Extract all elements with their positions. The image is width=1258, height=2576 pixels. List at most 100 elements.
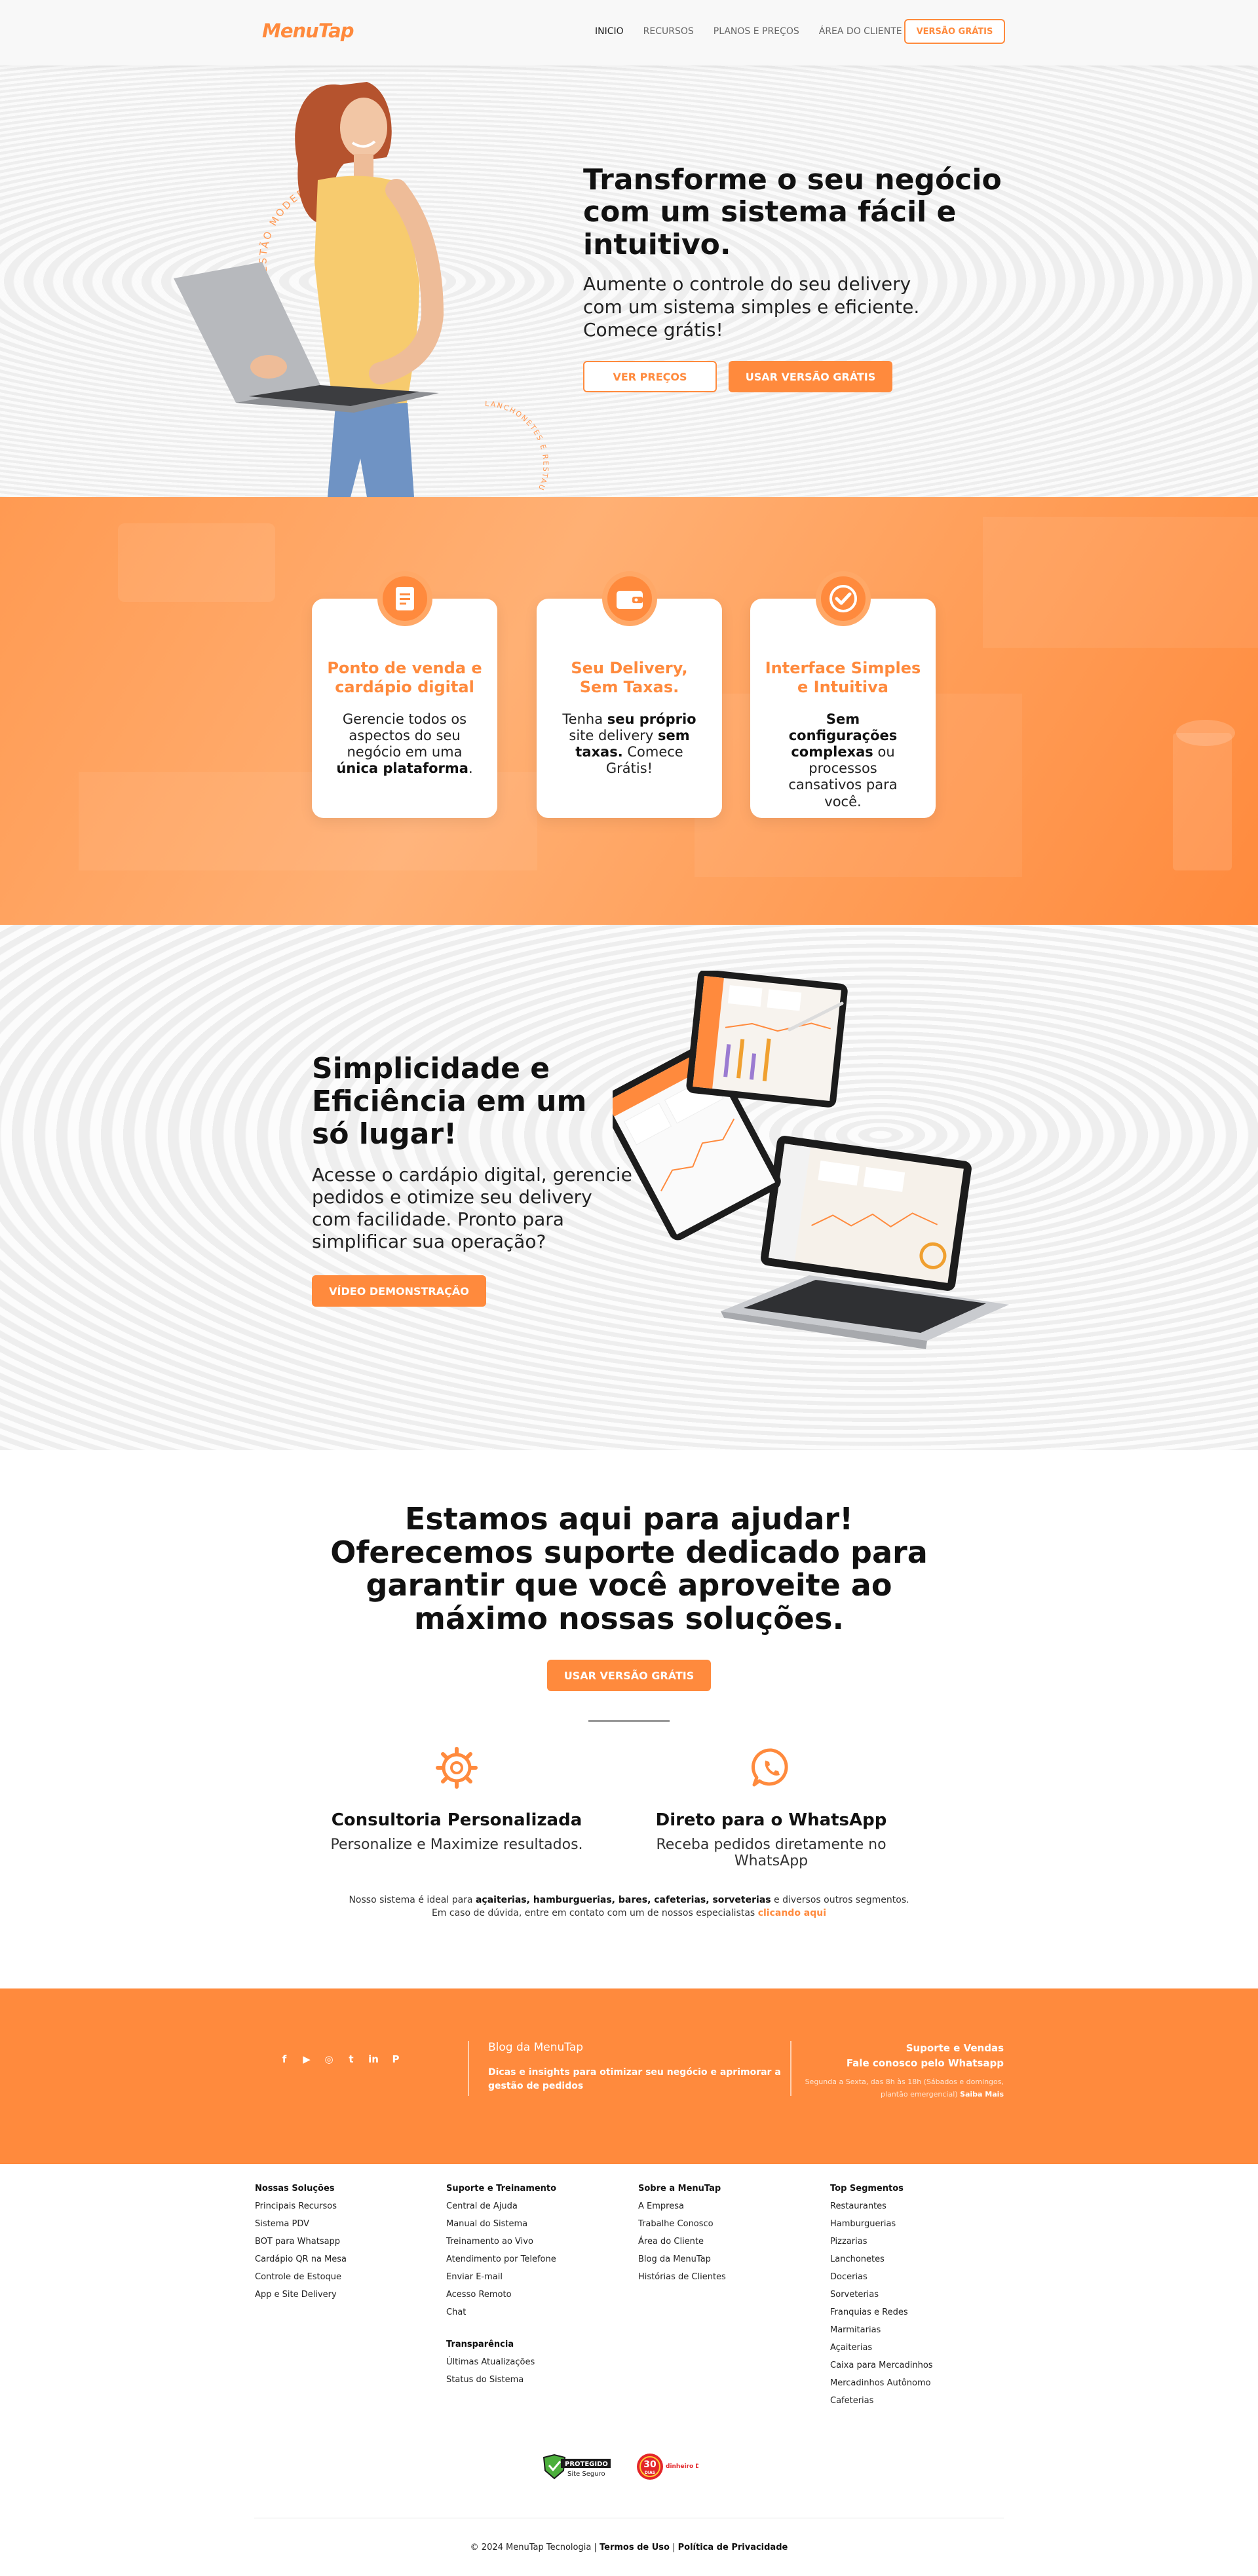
terms-link[interactable]: Termos de Uso	[600, 2543, 670, 2552]
consulting-title: Consultoria Personalizada	[331, 1810, 582, 1830]
svg-text:dinheiro DE VOLTA: dinheiro DE VOLTA	[666, 2463, 698, 2470]
svg-text:30: 30	[643, 2459, 657, 2470]
blog-text: Dicas e insights para otimizar seu negóc…	[488, 2067, 781, 2091]
instagram-icon[interactable]: ◎	[322, 2053, 335, 2066]
footer-link[interactable]: Status do Sistema	[446, 2375, 556, 2385]
footer-link[interactable]: A Empresa	[638, 2201, 726, 2211]
consulting-subtitle: Personalize e Maximize resultados.	[330, 1837, 583, 1853]
whatsapp-block: Direto para o WhatsApp Receba pedidos di…	[634, 1745, 909, 1869]
facebook-icon[interactable]: f	[278, 2053, 291, 2066]
footer-link[interactable]: Controle de Estoque	[255, 2272, 347, 2282]
money-back-badge: 30 DIAS dinheiro DE VOLTA	[637, 2454, 698, 2480]
see-prices-button[interactable]: VER PREÇOS	[583, 361, 717, 392]
video-demo-button[interactable]: VÍDEO DEMONSTRAÇÃO	[312, 1275, 486, 1307]
use-free-version-button[interactable]: USAR VERSÃO GRÁTIS	[729, 361, 892, 392]
footer-link[interactable]: Enviar E-mail	[446, 2272, 556, 2282]
contact-hours: Segunda a Sexta, das 8h às 18h (Sábados …	[805, 2078, 1004, 2099]
svg-text:DIAS: DIAS	[645, 2471, 655, 2475]
nav-planos[interactable]: PLANOS E PREÇOS	[714, 26, 799, 37]
segments-note: Nosso sistema é ideal para açaiterias, h…	[349, 1895, 909, 1918]
support-title: Estamos aqui para ajudar! Oferecemos sup…	[330, 1501, 928, 1636]
nav-inicio[interactable]: INICIO	[595, 26, 624, 37]
youtube-icon[interactable]: ▶	[300, 2053, 313, 2066]
footer-divider	[468, 2041, 469, 2096]
footer-link[interactable]: Açaiterias	[830, 2343, 933, 2353]
simplicity-title: Simplicidade e Eficiência em um só lugar…	[312, 1052, 587, 1151]
footer-link[interactable]: Sistema PDV	[255, 2219, 347, 2229]
footer-link[interactable]: Manual do Sistema	[446, 2219, 556, 2229]
twitter-icon[interactable]: t	[345, 2053, 358, 2066]
site-header: MenuTap INICIO RECURSOS PLANOS E PREÇOS …	[0, 0, 1258, 65]
devices-dashboard-image	[613, 971, 1009, 1349]
footer-link[interactable]: Cafeterias	[830, 2396, 933, 2406]
document-icon	[377, 571, 432, 626]
whatsapp-title: Direto para o WhatsApp	[655, 1810, 887, 1830]
simplicity-text: Acesse o cardápio digital, gerencie pedi…	[312, 1164, 632, 1253]
footer-link[interactable]: Histórias de Clientes	[638, 2272, 726, 2282]
secure-site-badge: PROTEGIDO Site Seguro	[543, 2454, 611, 2480]
social-links: f ▶ ◎ t in P	[278, 2053, 402, 2066]
footer-link[interactable]: Franquias e Redes	[830, 2307, 933, 2317]
footer-link[interactable]: Treinamento ao Vivo	[446, 2237, 556, 2247]
footer-link[interactable]: Chat	[446, 2307, 556, 2317]
svg-text:PROTEGIDO: PROTEGIDO	[565, 2461, 608, 2468]
footer-link[interactable]: Lanchonetes	[830, 2254, 933, 2264]
linkedin-icon[interactable]: in	[367, 2053, 380, 2066]
hero-section: GESTÃO MODERNA PARA LANCHONETES LANCHONE…	[0, 65, 1258, 497]
footer-link[interactable]: Caixa para Mercadinhos	[830, 2361, 933, 2370]
feature-text: Sem configurações complexas ou processos…	[788, 711, 898, 810]
feature-card-interface: Interface Simples e Intuitiva Sem config…	[750, 571, 936, 818]
learn-more-link[interactable]: Saiba Mais	[960, 2090, 1004, 2099]
footer-link[interactable]: Restaurantes	[830, 2201, 933, 2211]
footer-col-about: Sobre a MenuTap A Empresa Trabalhe Conos…	[638, 2184, 726, 2282]
contact-heading: Suporte e Vendas Fale conosco pelo Whats…	[846, 2042, 1004, 2069]
svg-text:Site Seguro: Site Seguro	[567, 2471, 605, 2478]
footer-link[interactable]: BOT para Whatsapp	[255, 2237, 347, 2247]
trust-badges: PROTEGIDO Site Seguro 30 DIAS dinheiro D…	[541, 2452, 698, 2481]
footer-link[interactable]: Mercadinhos Autônomo	[830, 2378, 933, 2388]
check-circle-icon	[815, 571, 871, 626]
contact-link[interactable]: clicando aqui	[758, 1908, 826, 1918]
privacy-link[interactable]: Política de Privacidade	[678, 2543, 788, 2552]
footer-link[interactable]: Cardápio QR na Mesa	[255, 2254, 347, 2264]
footer-link[interactable]: Principais Recursos	[255, 2201, 347, 2211]
whatsapp-icon	[751, 1748, 788, 1787]
footer-link[interactable]: Área do Cliente	[638, 2237, 726, 2247]
nav-recursos[interactable]: RECURSOS	[643, 26, 694, 37]
support-free-version-button[interactable]: USAR VERSÃO GRÁTIS	[547, 1660, 711, 1691]
pinterest-icon[interactable]: P	[389, 2053, 402, 2066]
whatsapp-subtitle: Receba pedidos diretamente no WhatsApp	[656, 1837, 886, 1869]
footer-link[interactable]: Marmitarias	[830, 2325, 933, 2335]
footer-col-segments: Top Segmentos Restaurantes Hamburguerias…	[830, 2184, 933, 2406]
free-version-button[interactable]: VERSÃO GRÁTIS	[904, 19, 1005, 44]
blog-heading[interactable]: Blog da MenuTap	[488, 2041, 583, 2054]
footer-col-solutions: Nossas Soluções Principais Recursos Sist…	[255, 2184, 347, 2300]
hero-title: Transforme o seu negócio com um sistema …	[583, 163, 1002, 261]
footer-link[interactable]: Blog da MenuTap	[638, 2254, 726, 2264]
footer-link[interactable]: App e Site Delivery	[255, 2290, 347, 2300]
consulting-block: Consultoria Personalizada Personalize e …	[319, 1745, 594, 1853]
section-divider	[588, 1720, 670, 1722]
copyright: © 2024 MenuTap Tecnologia | Termos de Us…	[470, 2543, 788, 2552]
footer-links: Nossas Soluções Principais Recursos Sist…	[0, 2164, 1258, 2576]
feature-text: Gerencie todos os aspectos do seu negóci…	[336, 711, 473, 777]
footer-link[interactable]: Docerias	[830, 2272, 933, 2282]
nav-area-cliente[interactable]: ÁREA DO CLIENTE	[819, 26, 902, 37]
main-nav: INICIO RECURSOS PLANOS E PREÇOS ÁREA DO …	[595, 26, 902, 37]
footer-link[interactable]: Últimas Atualizações	[446, 2357, 556, 2367]
footer-link[interactable]: Central de Ajuda	[446, 2201, 556, 2211]
feature-title: Seu Delivery, Sem Taxas.	[571, 659, 688, 696]
feature-card-pos: Ponto de venda e cardápio digital Gerenc…	[312, 571, 497, 818]
simplicity-section: Simplicidade e Eficiência em um só lugar…	[0, 925, 1258, 1450]
footer-link[interactable]: Hamburguerias	[830, 2219, 933, 2229]
footer-col-support: Suporte e Treinamento Central de Ajuda M…	[446, 2184, 557, 2385]
feature-text: Tenha seu próprio site delivery sem taxa…	[562, 711, 696, 777]
footer-link[interactable]: Acesso Remoto	[446, 2290, 556, 2300]
footer-link[interactable]: Atendimento por Telefone	[446, 2254, 556, 2264]
footer-top: f ▶ ◎ t in P Blog da MenuTap Dicas e ins…	[0, 1988, 1258, 2164]
logo[interactable]: MenuTap	[262, 20, 354, 42]
feature-card-delivery: Seu Delivery, Sem Taxas. Tenha seu própr…	[537, 571, 722, 818]
footer-link[interactable]: Trabalhe Conosco	[638, 2219, 726, 2229]
footer-link[interactable]: Sorveterias	[830, 2290, 933, 2300]
footer-link[interactable]: Pizzarias	[830, 2237, 933, 2247]
